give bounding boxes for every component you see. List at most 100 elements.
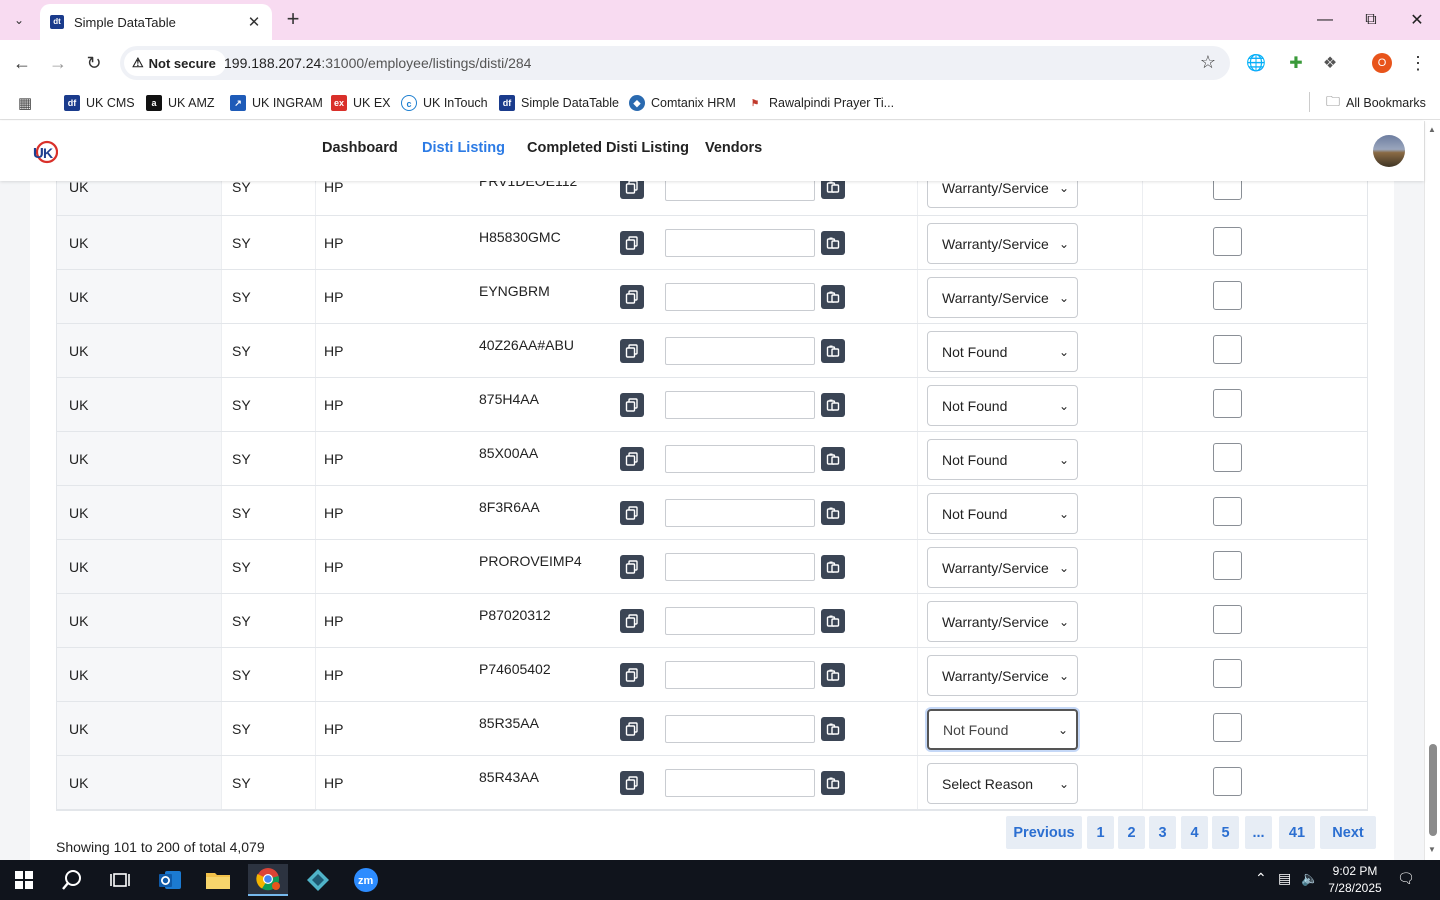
row-checkbox[interactable]	[1213, 335, 1242, 364]
copy-sku-button[interactable]	[620, 231, 644, 255]
minimize-window-icon[interactable]: —	[1302, 6, 1348, 34]
copy-sku-button[interactable]	[620, 285, 644, 309]
sku-text[interactable]: 85R35AA	[479, 715, 539, 731]
all-bookmarks-folder[interactable]: 🗀 All Bookmarks	[1326, 93, 1426, 113]
uk-logo-icon[interactable]: U K	[32, 139, 58, 165]
sku-text[interactable]: 875H4AA	[479, 391, 539, 407]
reason-select[interactable]: Warranty/Service ⌄	[927, 601, 1078, 642]
restore-window-icon[interactable]: ⧉	[1348, 6, 1394, 34]
value-input[interactable]	[665, 553, 815, 581]
notifications-icon[interactable]: 🗨	[1397, 870, 1415, 887]
search-icon[interactable]	[52, 864, 92, 896]
bookmark-rawalpindi-prayer[interactable]: ⚑ Rawalpindi Prayer Ti...	[747, 93, 894, 113]
row-checkbox[interactable]	[1213, 227, 1242, 256]
copy-sku-button[interactable]	[620, 501, 644, 525]
reason-select[interactable]: Warranty/Service ⌄	[927, 547, 1078, 588]
value-input[interactable]	[665, 445, 815, 473]
paste-value-button[interactable]	[821, 285, 845, 309]
paste-value-button[interactable]	[821, 393, 845, 417]
profile-avatar[interactable]: O	[1372, 53, 1392, 73]
paste-value-button[interactable]	[821, 339, 845, 363]
paste-value-button[interactable]	[821, 181, 845, 199]
system-clock[interactable]: 9:02 PM 7/28/2025	[1320, 863, 1390, 897]
sku-text[interactable]: EYNGBRM	[479, 283, 550, 299]
bookmark-uk-ingram[interactable]: ↗ UK INGRAM	[230, 93, 323, 113]
sku-text[interactable]: P87020312	[479, 607, 551, 623]
site-security-chip[interactable]: ⚠ Not secure	[124, 50, 226, 76]
apps-grid-icon[interactable]: ▦	[18, 93, 32, 113]
value-input[interactable]	[665, 715, 815, 743]
translate-globe-icon[interactable]: 🌐	[1244, 51, 1268, 75]
row-checkbox[interactable]	[1213, 713, 1242, 742]
browser-tab-active[interactable]: dt Simple DataTable ✕	[40, 4, 272, 40]
bookmark-uk-intouch[interactable]: c UK InTouch	[401, 93, 488, 113]
nav-completed-disti-listing[interactable]: Completed Disti Listing	[527, 140, 689, 156]
nav-disti-listing[interactable]: Disti Listing	[422, 140, 505, 156]
paste-value-button[interactable]	[821, 663, 845, 687]
pagination-page-1[interactable]: 1	[1087, 816, 1114, 849]
outlook-icon[interactable]	[150, 864, 190, 896]
paste-value-button[interactable]	[821, 771, 845, 795]
value-input[interactable]	[665, 607, 815, 635]
paste-value-button[interactable]	[821, 609, 845, 633]
file-explorer-icon[interactable]	[198, 864, 238, 896]
row-checkbox[interactable]	[1213, 497, 1242, 526]
copy-sku-button[interactable]	[620, 771, 644, 795]
reason-select[interactable]: Not Found ⌄	[927, 331, 1078, 372]
sku-text[interactable]: PRV1DEOE112	[479, 181, 577, 189]
copy-sku-button[interactable]	[620, 663, 644, 687]
scroll-down-arrow-icon[interactable]: ▼	[1428, 845, 1436, 854]
row-checkbox[interactable]	[1213, 181, 1242, 200]
reason-select[interactable]: Not Found ⌄	[927, 439, 1078, 480]
row-checkbox[interactable]	[1213, 389, 1242, 418]
back-arrow-icon[interactable]: ←	[8, 49, 36, 77]
sku-text[interactable]: 85X00AA	[479, 445, 538, 461]
copy-sku-button[interactable]	[620, 339, 644, 363]
reason-select[interactable]: Select Reason ⌄	[927, 763, 1078, 804]
zoom-icon[interactable]: zm	[346, 864, 386, 896]
chrome-taskbar-icon[interactable]	[248, 864, 288, 896]
sku-text[interactable]: 40Z26AA#ABU	[479, 337, 574, 353]
bookmark-comtanix-hrm[interactable]: ◆ Comtanix HRM	[629, 93, 736, 113]
reason-select[interactable]: Warranty/Service ⌄	[927, 655, 1078, 696]
value-input[interactable]	[665, 181, 815, 201]
scrollbar-thumb[interactable]	[1429, 744, 1437, 836]
app-diamond-icon[interactable]	[298, 864, 338, 896]
copy-sku-button[interactable]	[620, 555, 644, 579]
show-hidden-icons-chevron-icon[interactable]: ⌃	[1255, 870, 1267, 887]
value-input[interactable]	[665, 337, 815, 365]
scroll-up-arrow-icon[interactable]: ▲	[1428, 125, 1436, 134]
close-window-icon[interactable]: ✕	[1394, 6, 1440, 34]
tab-search-chevron-icon[interactable]: ⌄	[6, 7, 32, 33]
value-input[interactable]	[665, 283, 815, 311]
address-bar[interactable]: ⚠ Not secure 199.188.207.24:31000/employ…	[120, 46, 1230, 80]
bookmark-simple-datatable[interactable]: df Simple DataTable	[499, 93, 619, 113]
reason-select[interactable]: Warranty/Service ⌄	[927, 181, 1078, 208]
volume-muted-icon[interactable]: 🔈	[1301, 870, 1318, 887]
reload-icon[interactable]: ↻	[80, 49, 108, 77]
task-view-icon[interactable]	[100, 864, 140, 896]
new-tab-plus-icon[interactable]: +	[281, 8, 305, 32]
copy-sku-button[interactable]	[620, 181, 644, 199]
reason-select[interactable]: Not Found ⌄	[927, 709, 1078, 750]
user-avatar[interactable]	[1373, 135, 1405, 167]
pagination-page-4[interactable]: 4	[1181, 816, 1208, 849]
pagination-page-41[interactable]: 41	[1279, 816, 1315, 849]
copy-sku-button[interactable]	[620, 393, 644, 417]
bookmark-star-icon[interactable]: ☆	[1200, 52, 1216, 73]
reason-select[interactable]: Not Found ⌄	[927, 493, 1078, 534]
pagination-next[interactable]: Next	[1320, 816, 1376, 849]
bookmark-uk-ex[interactable]: ex UK EX	[331, 93, 391, 113]
copy-sku-button[interactable]	[620, 447, 644, 471]
paste-value-button[interactable]	[821, 555, 845, 579]
value-input[interactable]	[665, 661, 815, 689]
reason-select[interactable]: Not Found ⌄	[927, 385, 1078, 426]
row-checkbox[interactable]	[1213, 605, 1242, 634]
sku-text[interactable]: 85R43AA	[479, 769, 539, 785]
bookmark-uk-cms[interactable]: df UK CMS	[64, 93, 135, 113]
network-icon[interactable]: ▤	[1278, 870, 1291, 887]
row-checkbox[interactable]	[1213, 767, 1242, 796]
extensions-puzzle-icon[interactable]: ❖	[1318, 51, 1342, 75]
copy-sku-button[interactable]	[620, 717, 644, 741]
row-checkbox[interactable]	[1213, 659, 1242, 688]
